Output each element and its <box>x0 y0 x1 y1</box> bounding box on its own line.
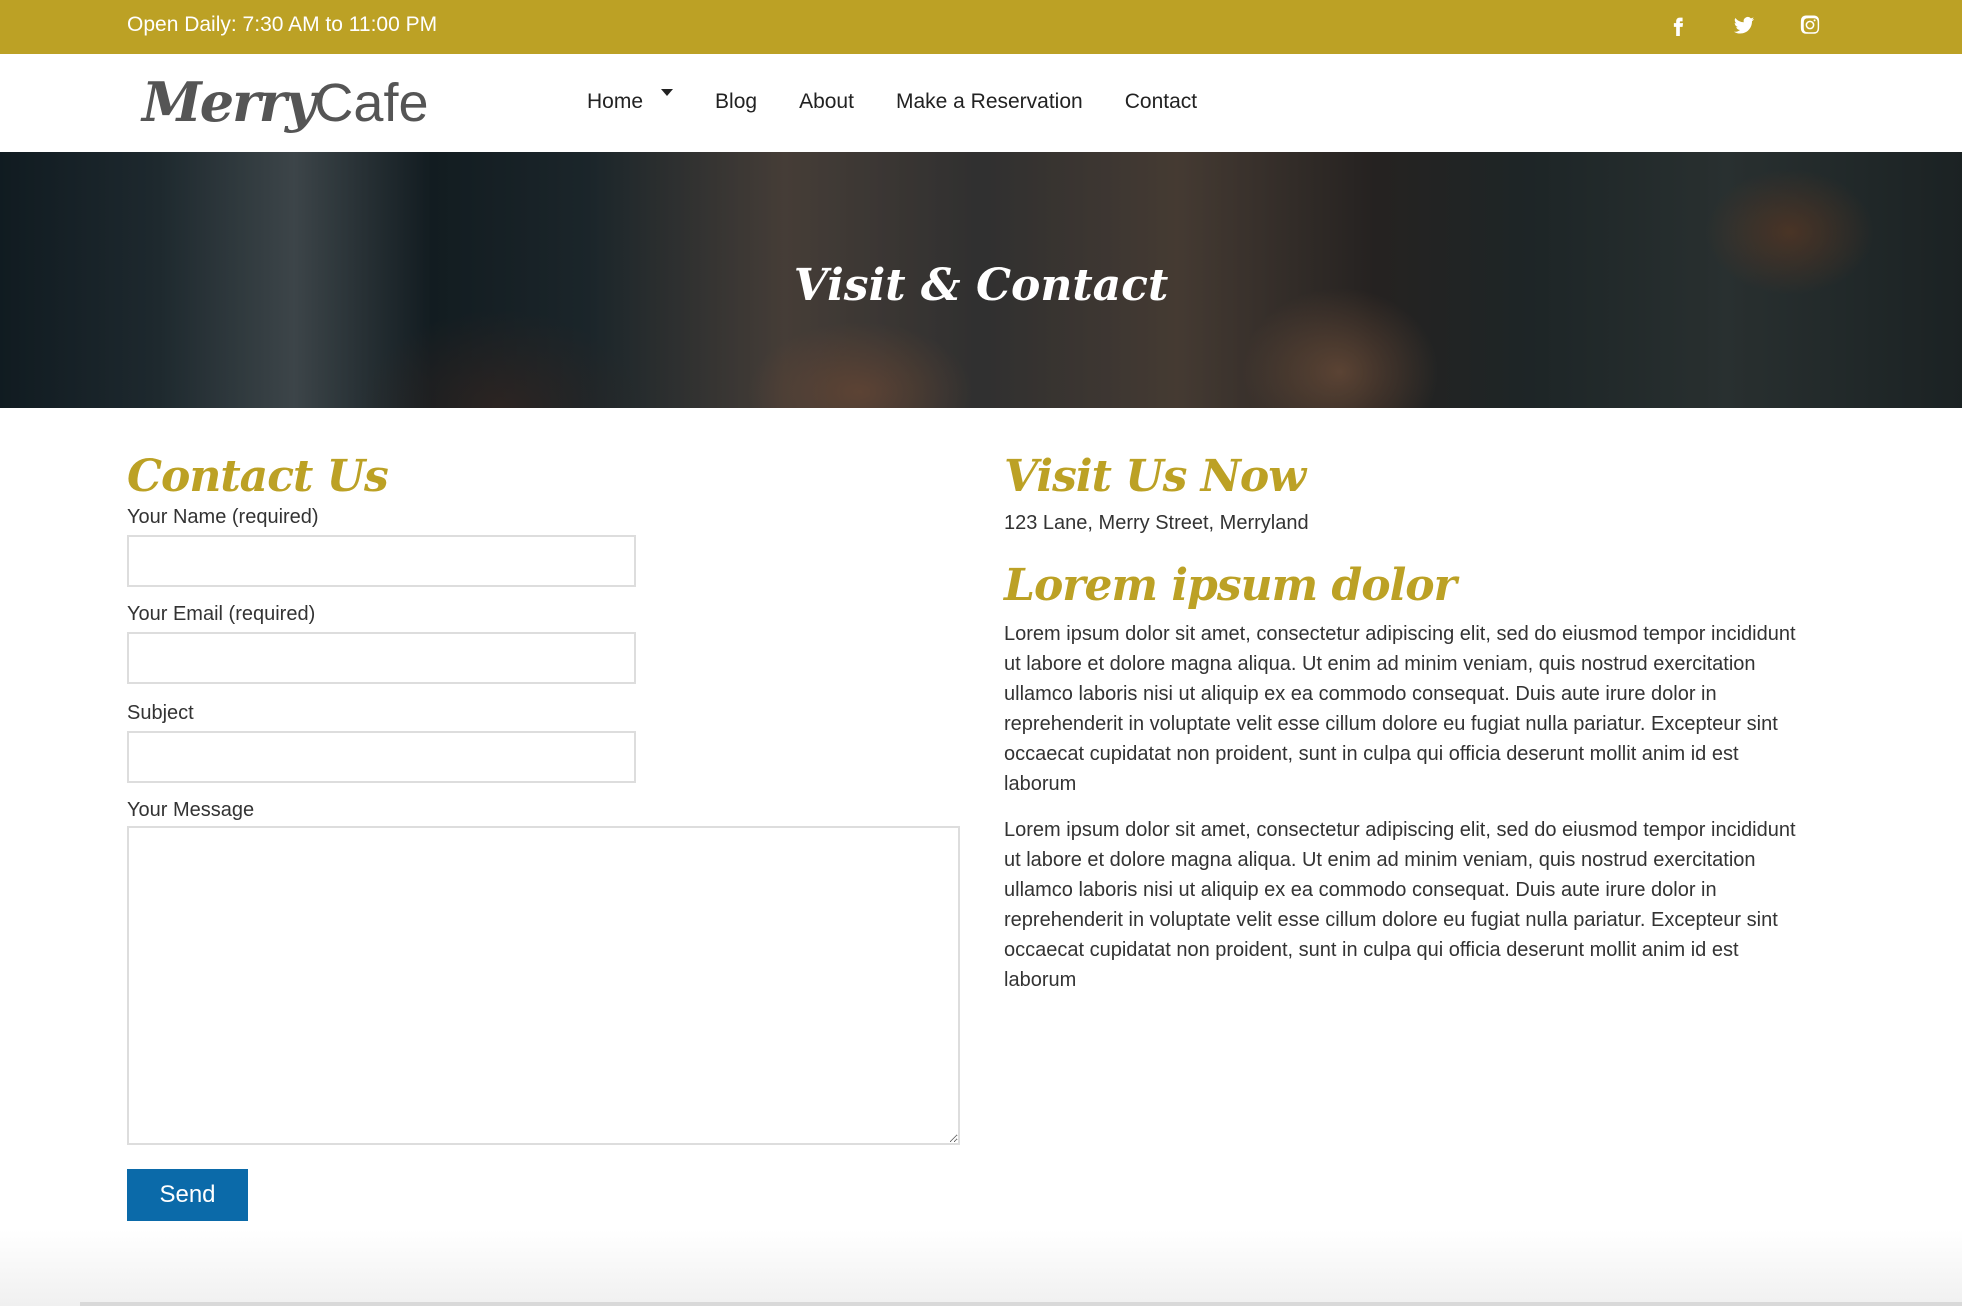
instagram-icon[interactable] <box>1798 12 1822 38</box>
address-text: 123 Lane, Merry Street, Merryland <box>1004 512 1309 534</box>
footer-fade <box>0 1230 1962 1306</box>
twitter-icon[interactable] <box>1732 12 1756 38</box>
contact-heading: Contact Us <box>127 451 389 502</box>
hero-title: Visit & Contact <box>793 260 1169 311</box>
social-links <box>1666 12 1822 38</box>
subject-label: Subject <box>127 702 194 724</box>
message-textarea[interactable] <box>127 826 960 1145</box>
name-input[interactable] <box>127 535 636 587</box>
site-logo[interactable]: MerryCafe <box>142 72 429 133</box>
caret-down-icon[interactable] <box>661 89 674 96</box>
contact-form-section: Contact Us Your Name (required) Your Ema… <box>127 452 962 1221</box>
email-label: Your Email (required) <box>127 603 316 625</box>
visit-heading: Visit Us Now <box>1004 451 1306 502</box>
nav-item-reservation[interactable]: Make a Reservation <box>896 90 1083 114</box>
message-label: Your Message <box>127 799 255 821</box>
top-bar: Open Daily: 7:30 AM to 11:00 PM <box>0 0 1962 54</box>
facebook-icon[interactable] <box>1666 12 1690 38</box>
info-paragraph: Lorem ipsum dolor sit amet, consectetur … <box>1004 623 1796 795</box>
visit-section: Visit Us Now 123 Lane, Merry Street, Mer… <box>1004 452 1804 995</box>
nav-item-contact[interactable]: Contact <box>1125 90 1197 114</box>
send-button[interactable]: Send <box>127 1169 248 1221</box>
lorem-heading: Lorem ipsum dolor <box>1004 560 1457 611</box>
logo-merry: Merry <box>142 70 316 134</box>
info-paragraph: Lorem ipsum dolor sit amet, consectetur … <box>1004 819 1796 991</box>
footer-edge <box>80 1302 1962 1306</box>
site-header: MerryCafe Home Blog About Make a Reserva… <box>0 54 1962 152</box>
logo-cafe: Cafe <box>314 73 429 133</box>
opening-hours: Open Daily: 7:30 AM to 11:00 PM <box>127 13 438 36</box>
name-label: Your Name (required) <box>127 506 319 528</box>
nav-item-about[interactable]: About <box>799 90 854 114</box>
nav-item-blog[interactable]: Blog <box>715 90 757 114</box>
nav-home-label: Home <box>587 90 644 113</box>
hero-banner: Visit & Contact <box>0 152 1962 408</box>
nav-item-home[interactable]: Home <box>587 89 674 114</box>
main-nav: Home Blog About Make a Reservation Conta… <box>587 89 1239 114</box>
subject-input[interactable] <box>127 731 636 783</box>
email-input[interactable] <box>127 632 636 684</box>
